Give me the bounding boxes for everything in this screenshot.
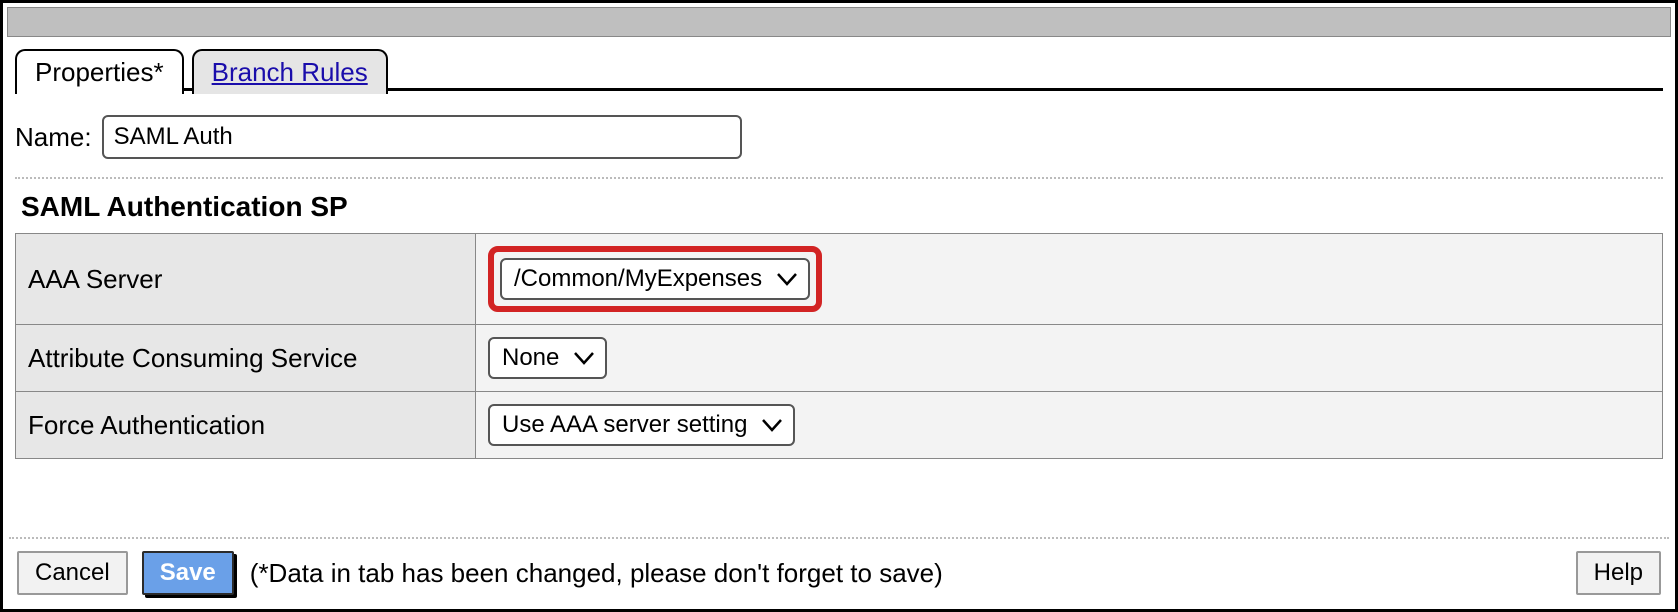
name-row: Name: bbox=[15, 105, 1663, 177]
chevron-down-icon bbox=[573, 351, 595, 365]
chevron-down-icon bbox=[761, 418, 783, 432]
section-title: SAML Authentication SP bbox=[15, 187, 1663, 233]
select-force-auth-value: Use AAA server setting bbox=[502, 411, 747, 439]
highlight-aaa-server: /Common/MyExpenses bbox=[488, 246, 822, 312]
cell-aaa-server: /Common/MyExpenses bbox=[476, 234, 1663, 325]
row-force-auth: Force Authentication Use AAA server sett… bbox=[16, 392, 1663, 459]
name-input[interactable] bbox=[102, 115, 742, 159]
label-attr-consuming: Attribute Consuming Service bbox=[16, 325, 476, 392]
title-bar bbox=[7, 7, 1671, 37]
name-label: Name: bbox=[15, 122, 92, 153]
select-attr-consuming[interactable]: None bbox=[488, 337, 607, 379]
select-aaa-server-value: /Common/MyExpenses bbox=[514, 265, 762, 293]
divider bbox=[15, 177, 1663, 179]
select-force-auth[interactable]: Use AAA server setting bbox=[488, 404, 795, 446]
select-aaa-server[interactable]: /Common/MyExpenses bbox=[500, 258, 810, 300]
properties-table: AAA Server /Common/MyExpenses Attribute … bbox=[15, 233, 1663, 459]
cancel-button[interactable]: Cancel bbox=[17, 551, 128, 595]
label-aaa-server: AAA Server bbox=[16, 234, 476, 325]
cell-attr-consuming: None bbox=[476, 325, 1663, 392]
label-force-auth: Force Authentication bbox=[16, 392, 476, 459]
cell-force-auth: Use AAA server setting bbox=[476, 392, 1663, 459]
tab-branch-rules[interactable]: Branch Rules bbox=[192, 49, 388, 94]
dialog-window: Properties* Branch Rules Name: SAML Auth… bbox=[0, 0, 1678, 612]
help-button[interactable]: Help bbox=[1576, 551, 1661, 595]
select-attr-consuming-value: None bbox=[502, 344, 559, 372]
tabs: Properties* Branch Rules bbox=[15, 41, 1675, 91]
save-button[interactable]: Save bbox=[142, 551, 234, 595]
tab-properties[interactable]: Properties* bbox=[15, 49, 184, 94]
content-area: Name: SAML Authentication SP AAA Server … bbox=[3, 91, 1675, 459]
row-aaa-server: AAA Server /Common/MyExpenses bbox=[16, 234, 1663, 325]
unsaved-note: (*Data in tab has been changed, please d… bbox=[250, 558, 943, 589]
row-attr-consuming: Attribute Consuming Service None bbox=[16, 325, 1663, 392]
chevron-down-icon bbox=[776, 272, 798, 286]
footer: Cancel Save (*Data in tab has been chang… bbox=[3, 537, 1675, 609]
